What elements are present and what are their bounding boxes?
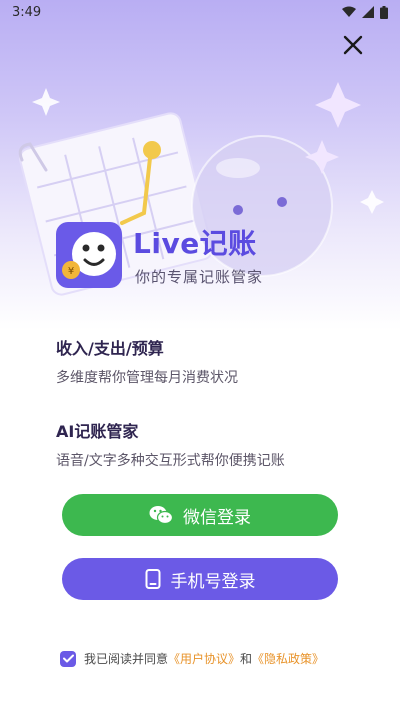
agreement-row: 我已阅读并同意 《用户协议》 和 《隐私政策》 (60, 650, 324, 667)
agreement-prefix: 我已阅读并同意 (84, 652, 169, 666)
wifi-icon (342, 6, 356, 17)
phone-login-label: 手机号登录 (170, 571, 256, 592)
feature-title-ai: AI记账管家 (56, 422, 139, 441)
feature-title-budget: 收入/支出/预算 (56, 339, 164, 358)
feature-desc-budget: 多维度帮你管理每月消费状况 (56, 370, 238, 386)
signal-icon (362, 6, 374, 18)
status-icons (342, 5, 388, 19)
app-logo: ¥ (56, 222, 122, 288)
battery-icon (380, 5, 388, 19)
check-icon (62, 654, 74, 663)
agreement-joiner: 和 (240, 652, 253, 666)
status-bar: 3:49 (0, 0, 400, 24)
phone-login-button[interactable]: 手机号登录 (62, 558, 338, 600)
close-icon (343, 35, 363, 55)
brand-name: Live记账 (133, 227, 257, 260)
user-agreement-link[interactable]: 《用户协议》 (168, 650, 240, 667)
status-time: 3:49 (12, 4, 42, 20)
close-button[interactable] (342, 34, 364, 56)
wechat-icon (149, 506, 173, 525)
phone-icon (145, 569, 160, 589)
feature-desc-ai: 语音/文字多种交互形式帮你便携记账 (56, 453, 285, 469)
brand-slogan: 你的专属记账管家 (135, 268, 264, 286)
svg-text:¥: ¥ (68, 266, 74, 277)
wechat-login-button[interactable]: 微信登录 (62, 494, 338, 536)
agreement-checkbox[interactable] (60, 650, 76, 667)
wechat-login-label: 微信登录 (183, 507, 251, 528)
privacy-policy-link[interactable]: 《隐私政策》 (252, 650, 324, 667)
